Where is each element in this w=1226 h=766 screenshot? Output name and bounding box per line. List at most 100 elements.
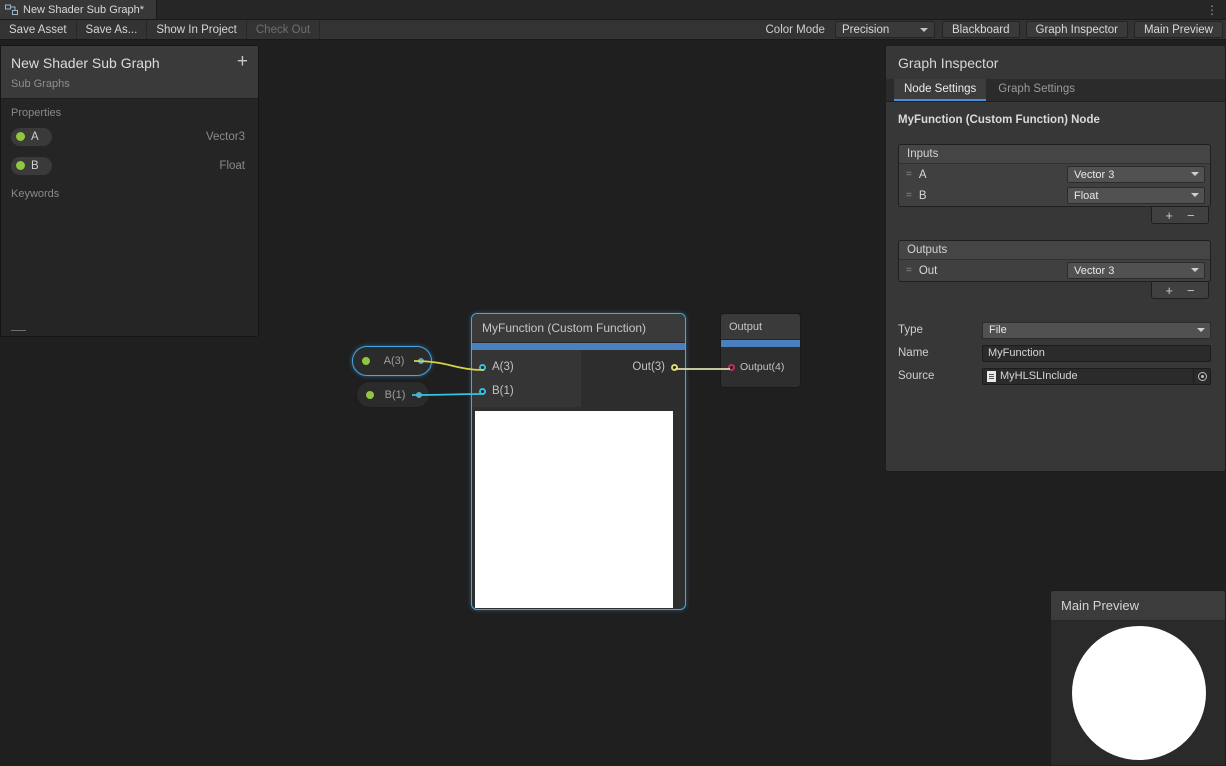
- input-name: A: [919, 169, 1060, 181]
- shader-graph-icon: [5, 4, 18, 16]
- blackboard-title[interactable]: New Shader Sub Graph: [11, 55, 248, 71]
- port-label-output: Output(4): [740, 361, 784, 373]
- main-preview-panel: Main Preview: [1050, 590, 1226, 766]
- type-value: File: [989, 324, 1007, 336]
- input-type-value: Float: [1074, 190, 1098, 202]
- blackboard-property-row-b[interactable]: B Float: [1, 151, 258, 180]
- preview-sphere: [1072, 626, 1206, 760]
- input-type-dropdown-b[interactable]: Float: [1067, 187, 1205, 204]
- drag-handle-icon[interactable]: =: [906, 190, 912, 201]
- property-node-label: A(3): [375, 355, 413, 367]
- drag-handle-icon[interactable]: =: [906, 265, 912, 276]
- output-type-dropdown[interactable]: Vector 3: [1067, 262, 1205, 279]
- type-dropdown[interactable]: File: [982, 322, 1211, 339]
- property-type: Float: [219, 160, 245, 172]
- property-output-port[interactable]: [418, 358, 424, 364]
- tab-overflow-menu-icon[interactable]: ⋮: [1202, 0, 1222, 20]
- blackboard-property-row-a[interactable]: A Vector3: [1, 122, 258, 151]
- node-ports: A(3) B(1) Out(3): [472, 350, 685, 407]
- property-pill[interactable]: B: [11, 157, 52, 175]
- exposed-dot-icon: [16, 132, 25, 141]
- color-mode-dropdown[interactable]: Precision: [835, 21, 935, 38]
- node-title[interactable]: Output: [721, 314, 800, 340]
- source-object-field[interactable]: MyHLSLInclude: [982, 368, 1211, 385]
- property-node-label: B(1): [379, 389, 411, 401]
- main-preview-title[interactable]: Main Preview: [1051, 591, 1225, 621]
- node-preview-surface: [475, 411, 673, 608]
- port-label-out: Out(3): [632, 361, 665, 373]
- type-label: Type: [898, 324, 982, 336]
- chevron-down-icon: [1191, 172, 1199, 176]
- input-row-b[interactable]: = B Float: [899, 185, 1210, 206]
- graph-inspector-title[interactable]: Graph Inspector: [886, 46, 1225, 79]
- custom-function-node[interactable]: MyFunction (Custom Function) A(3) B(1) O…: [471, 313, 686, 610]
- outputs-list-footer-wrap: + −: [898, 282, 1211, 299]
- outputs-list-header: Outputs: [899, 241, 1210, 260]
- input-port-a[interactable]: A(3): [472, 355, 581, 379]
- shader-graph-window: New Shader Sub Graph* ⋮ Save Asset Save …: [0, 0, 1226, 766]
- add-output-button[interactable]: +: [1165, 283, 1173, 298]
- port-dot-output[interactable]: [728, 364, 735, 371]
- inputs-list-footer: + −: [1151, 207, 1209, 224]
- node-title[interactable]: MyFunction (Custom Function): [472, 314, 685, 343]
- keywords-section-label: Keywords: [1, 180, 258, 203]
- save-asset-button[interactable]: Save Asset: [0, 20, 77, 39]
- input-name: B: [919, 190, 1060, 202]
- input-ports-column: A(3) B(1): [472, 350, 581, 407]
- main-preview-viewport[interactable]: [1051, 621, 1225, 765]
- port-label-b: B(1): [492, 385, 514, 397]
- output-row-out[interactable]: = Out Vector 3: [899, 260, 1210, 281]
- name-label: Name: [898, 347, 982, 359]
- input-port-b[interactable]: B(1): [472, 379, 581, 403]
- tab-graph-settings[interactable]: Graph Settings: [988, 79, 1085, 101]
- remove-output-button[interactable]: −: [1187, 283, 1195, 298]
- tab-title: New Shader Sub Graph*: [23, 4, 144, 16]
- output-type-value: Vector 3: [1074, 265, 1114, 277]
- inputs-list-footer-wrap: + −: [898, 207, 1211, 224]
- toolbar-spacer: [320, 20, 759, 39]
- drag-handle-icon[interactable]: =: [906, 169, 912, 180]
- input-type-value: Vector 3: [1074, 169, 1114, 181]
- property-node-a[interactable]: A(3): [352, 346, 432, 376]
- blackboard-toggle-button[interactable]: Blackboard: [942, 21, 1020, 38]
- port-dot-b[interactable]: [479, 388, 486, 395]
- graph-inspector-tabs: Node Settings Graph Settings: [886, 79, 1225, 102]
- add-input-button[interactable]: +: [1165, 208, 1173, 223]
- main-preview-toggle-button[interactable]: Main Preview: [1134, 21, 1223, 38]
- inputs-list-header: Inputs: [899, 145, 1210, 164]
- property-node-b[interactable]: B(1): [356, 381, 430, 408]
- remove-input-button[interactable]: −: [1187, 208, 1195, 223]
- show-in-project-button[interactable]: Show In Project: [147, 20, 247, 39]
- source-field-row: Source MyHLSLInclude: [898, 367, 1211, 385]
- output-node-port[interactable]: Output(4): [721, 347, 800, 387]
- output-port-out[interactable]: Out(3): [581, 355, 685, 379]
- inputs-list: Inputs = A Vector 3 = B Float: [898, 144, 1211, 207]
- port-dot-out[interactable]: [671, 364, 678, 371]
- window-tab-bar: New Shader Sub Graph* ⋮: [0, 0, 1226, 20]
- save-as-button[interactable]: Save As...: [77, 20, 148, 39]
- property-output-port[interactable]: [416, 392, 422, 398]
- output-node[interactable]: Output Output(4): [720, 313, 801, 388]
- property-type: Vector3: [206, 131, 245, 143]
- blackboard-resize-handle[interactable]: [11, 330, 26, 331]
- type-field-row: Type File: [898, 321, 1211, 339]
- blackboard-subtitle: Sub Graphs: [11, 78, 248, 90]
- file-icon: [987, 371, 996, 382]
- precision-bar: [472, 343, 685, 350]
- property-pill[interactable]: A: [11, 128, 52, 146]
- object-picker-button[interactable]: [1193, 369, 1210, 384]
- port-dot-a[interactable]: [479, 364, 486, 371]
- toolbar: Save Asset Save As... Show In Project Ch…: [0, 20, 1226, 40]
- inspected-node-header: MyFunction (Custom Function) Node: [898, 114, 1211, 126]
- name-input[interactable]: MyFunction: [982, 345, 1211, 362]
- add-property-button[interactable]: +: [237, 51, 248, 73]
- graph-inspector-toggle-button[interactable]: Graph Inspector: [1026, 21, 1128, 38]
- blackboard-header: New Shader Sub Graph Sub Graphs +: [1, 46, 258, 99]
- tab-node-settings[interactable]: Node Settings: [894, 79, 986, 101]
- input-row-a[interactable]: = A Vector 3: [899, 164, 1210, 185]
- exposed-property-dot: [362, 357, 370, 365]
- input-type-dropdown-a[interactable]: Vector 3: [1067, 166, 1205, 183]
- check-out-button: Check Out: [247, 20, 320, 39]
- tab-shader-subgraph[interactable]: New Shader Sub Graph*: [0, 0, 157, 19]
- color-mode-label: Color Mode: [760, 20, 831, 39]
